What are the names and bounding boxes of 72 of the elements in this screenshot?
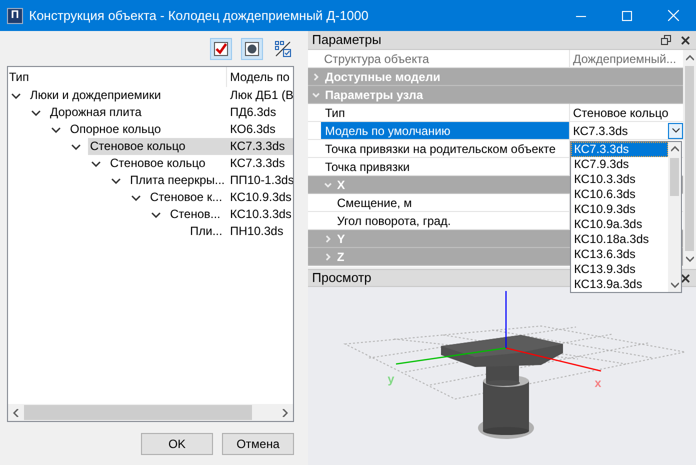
tree-item[interactable]: Опорное кольцо — [68, 121, 227, 138]
tree-item[interactable]: Люки и дождеприемики — [28, 87, 227, 104]
chevron-down-icon[interactable] — [91, 160, 101, 166]
column-header[interactable]: Модель по — [227, 67, 293, 87]
property-value: Дождеприемный... — [572, 51, 676, 67]
property-label: Структура объекта — [308, 50, 570, 67]
category-label: Доступные модели — [325, 68, 440, 86]
list-check-icon — [274, 40, 292, 58]
dropdown-option[interactable]: КС13.9а.3ds — [571, 277, 668, 292]
maximize-icon[interactable] — [622, 10, 632, 20]
property-label[interactable]: Точка привязки — [321, 158, 569, 175]
dropdown-option[interactable]: КС13.6.3ds — [571, 247, 668, 262]
tree-item[interactable]: Пли... — [188, 223, 227, 240]
tree-item[interactable]: Стеновое кольцо — [108, 155, 227, 172]
tree-item[interactable]: Дорожная плита — [48, 104, 227, 121]
model-cell-text: ПД6.3ds — [229, 104, 278, 121]
column-header[interactable]: Тип — [8, 67, 227, 87]
toolbar-button[interactable] — [241, 38, 263, 60]
model-cell-text: КС10.9.3ds — [229, 189, 293, 206]
chevron-down-icon — [672, 128, 680, 133]
property-value[interactable]: Стеновое кольцо — [570, 104, 683, 122]
vertical-scrollbar[interactable] — [668, 142, 681, 292]
panel-title: Параметры — [312, 31, 382, 50]
model-cell-text: КО6.3ds — [229, 121, 277, 138]
dropdown-option[interactable]: КС10.9а.3ds — [571, 217, 668, 232]
toolbar-button[interactable] — [210, 38, 232, 60]
tree-item[interactable]: Стеновое к... — [148, 189, 227, 206]
category-label: Y — [337, 230, 346, 248]
model-cell-text: КС7.3.3ds — [229, 155, 286, 172]
scrollbar-thumb[interactable] — [685, 66, 694, 251]
dropdown-option[interactable]: КС7.3.3ds — [571, 142, 668, 157]
model-cell-text: Люк ДБ1 (В — [229, 87, 293, 104]
dropdown-button[interactable] — [668, 122, 683, 138]
category-label: Параметры узла — [325, 86, 424, 104]
chevron-down-icon[interactable] — [151, 212, 161, 218]
check-icon — [213, 40, 229, 56]
category-label: X — [337, 176, 346, 194]
panel-title: Просмотр — [312, 269, 372, 288]
property-value[interactable]: КС7.3.3ds — [570, 122, 668, 140]
scrollbar-thumb[interactable] — [24, 405, 252, 420]
chevron-down-icon[interactable] — [51, 126, 61, 132]
chevron-down-icon[interactable] — [131, 194, 141, 200]
property-label[interactable]: Тип — [321, 104, 569, 121]
model-cell: КС7.3.3ds — [227, 138, 293, 155]
tree-item[interactable]: Стенов... — [168, 206, 227, 223]
close-icon[interactable] — [681, 274, 690, 282]
restore-icon[interactable] — [661, 35, 671, 45]
chevron-down-icon[interactable] — [31, 110, 41, 116]
property-label[interactable]: Смещение, м — [333, 194, 569, 211]
chevron-down-icon[interactable] — [111, 178, 121, 184]
horizontal-scrollbar[interactable] — [8, 404, 293, 421]
dropdown-option[interactable]: КС10.9.3ds — [571, 202, 668, 217]
property-label[interactable]: Модель по умолчанию — [321, 122, 569, 139]
app-icon: П — [7, 8, 23, 24]
dropdown-option[interactable]: КС10.18а.3ds — [571, 232, 668, 247]
tree-item[interactable]: Плита пееркры... — [128, 172, 227, 189]
property-label[interactable]: Точка привязки на родительском объекте — [321, 140, 569, 157]
model-cell-text: КС10.3.3ds — [229, 206, 293, 223]
dropdown-option[interactable]: КС7.9.3ds — [571, 157, 668, 172]
dialog-button[interactable]: OK — [141, 432, 213, 454]
dialog-button[interactable]: Отмена — [222, 432, 294, 454]
window-title: Конструкция объекта - Колодец дождеприемный Д-1000 — [29, 6, 370, 25]
tree-item[interactable]: Стеновое кольцо — [88, 138, 227, 155]
property-label[interactable]: Угол поворота, град. — [333, 212, 569, 229]
axis-label: x — [594, 376, 602, 390]
axis-label: y — [388, 372, 394, 386]
scrollbar-thumb[interactable] — [670, 158, 679, 196]
chevron-down-icon[interactable] — [71, 144, 81, 150]
close-icon[interactable] — [681, 36, 690, 44]
chevron-down-icon[interactable] — [11, 92, 21, 98]
model-cell-text: ПН10.3ds — [229, 223, 284, 240]
category-label: Z — [337, 248, 344, 266]
